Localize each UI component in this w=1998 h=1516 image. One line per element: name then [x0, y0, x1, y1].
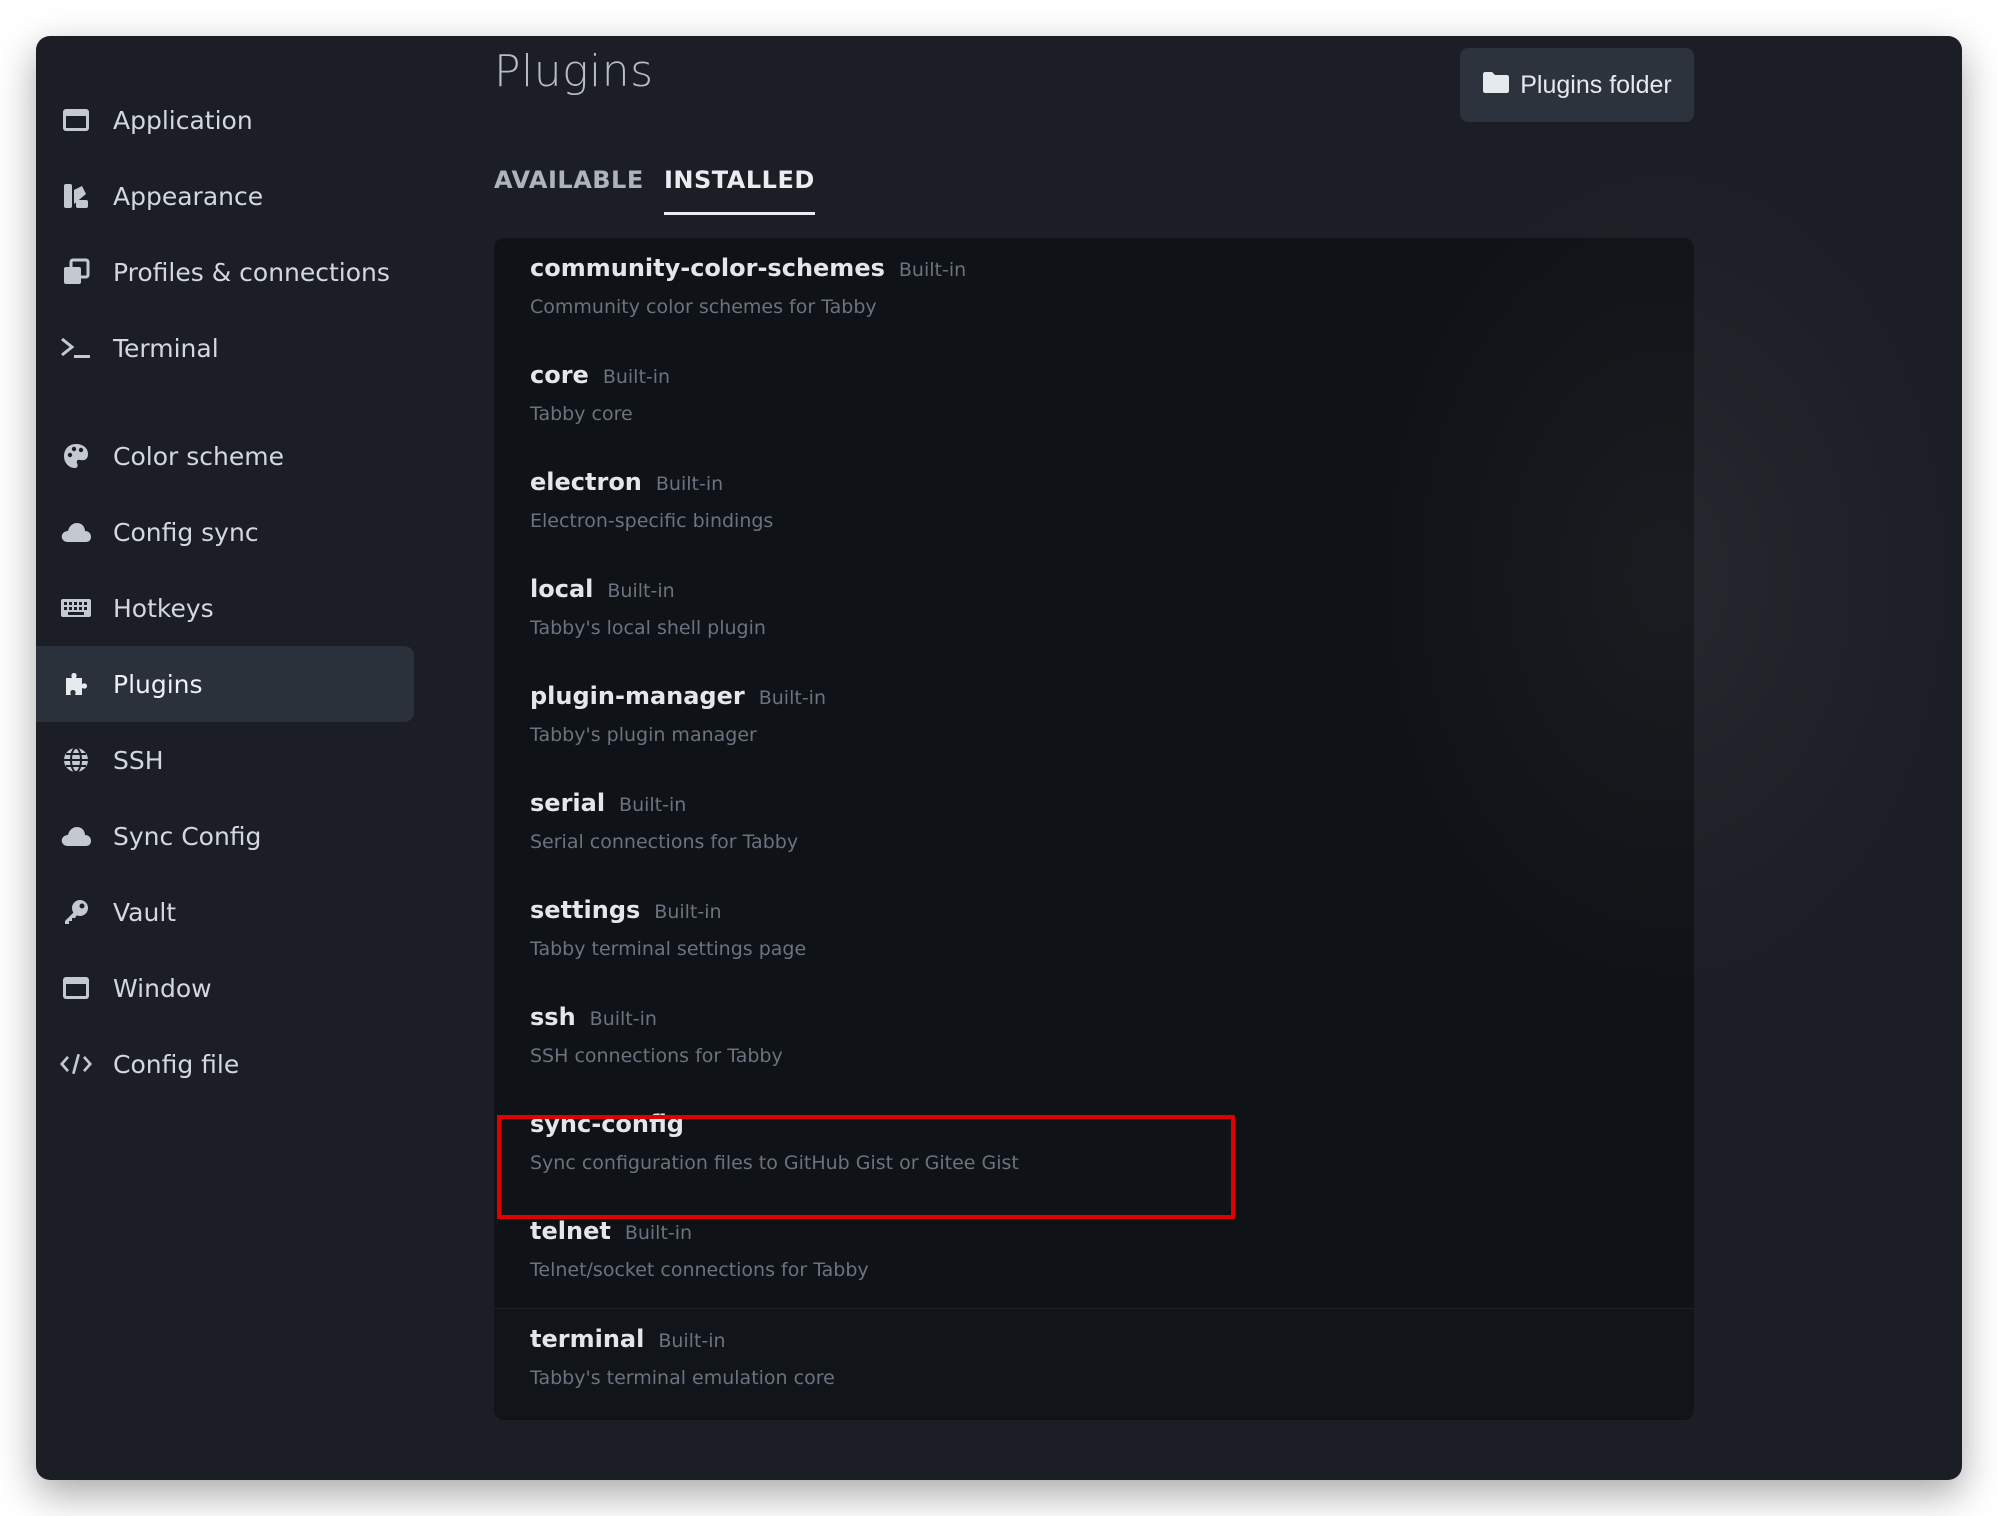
plugin-name: terminal: [530, 1325, 645, 1353]
built-in-badge: Built-in: [619, 794, 687, 816]
sidebar-item-config-file[interactable]: Config file: [36, 1026, 414, 1102]
plugin-description: Serial connections for Tabby: [530, 831, 799, 853]
sidebar-item-label: Config sync: [113, 517, 259, 547]
built-in-badge: Built-in: [658, 1330, 726, 1352]
plugin-description: Sync configuration files to GitHub Gist …: [530, 1152, 1019, 1174]
built-in-badge: Built-in: [758, 687, 826, 709]
plugin-description: Community color schemes for Tabby: [530, 296, 877, 318]
plugin-description: Telnet/socket connections for Tabby: [530, 1259, 869, 1281]
plugin-row-core[interactable]: core Built-in Tabby core: [494, 345, 1694, 452]
built-in-badge: Built-in: [602, 366, 671, 388]
installed-plugin-list: community-color-schemes Built-in Communit…: [494, 238, 1694, 1420]
plugin-row-plugin-manager[interactable]: plugin-manager Built-in Tabby's plugin ma…: [494, 666, 1694, 773]
sidebar-item-label: Window: [113, 973, 212, 1003]
plugin-row-sync-config[interactable]: sync-config Sync configuration files to …: [494, 1094, 1694, 1201]
page-title: Plugins: [494, 46, 654, 97]
sidebar-item-vault[interactable]: Vault: [36, 874, 414, 950]
folder-icon: [1482, 70, 1510, 101]
cloud-icon: [60, 516, 92, 548]
plugin-name: core: [530, 361, 589, 389]
sidebar-item-label: Color scheme: [113, 441, 284, 471]
plugin-row-telnet[interactable]: telnet Built-in Telnet/socket connections…: [494, 1201, 1694, 1308]
plugin-row-terminal[interactable]: terminal Built-in Tabby's terminal emulat…: [494, 1308, 1694, 1416]
plugin-description: Tabby core: [530, 403, 633, 425]
sidebar-item-hotkeys[interactable]: Hotkeys: [36, 570, 414, 646]
built-in-badge: Built-in: [607, 580, 675, 602]
plugins-folder-button[interactable]: Plugins folder: [1460, 48, 1694, 122]
keyboard-icon: [60, 592, 92, 624]
plugin-description: Tabby's local shell plugin: [530, 617, 766, 639]
palette-icon: [60, 440, 92, 472]
code-icon: [60, 1048, 92, 1080]
sidebar-item-label: Config file: [113, 1049, 240, 1079]
sidebar-item-label: Vault: [113, 897, 177, 927]
plugin-name: serial: [530, 789, 606, 817]
settings-window: Application Appearance Profiles & connec…: [36, 36, 1962, 1480]
profiles-icon: [60, 256, 92, 288]
plugin-name: telnet: [530, 1217, 611, 1245]
sidebar-item-ssh[interactable]: SSH: [36, 722, 414, 798]
plugin-name: plugin-manager: [530, 682, 745, 710]
tab-installed[interactable]: INSTALLED: [664, 166, 815, 215]
terminal-icon: [60, 332, 92, 364]
globe-icon: [60, 744, 92, 776]
built-in-badge: Built-in: [898, 259, 967, 281]
plugin-row-serial[interactable]: serial Built-in Serial connections for Ta…: [494, 773, 1694, 880]
appearance-icon: [60, 180, 92, 212]
sidebar-item-appearance[interactable]: Appearance: [36, 158, 414, 234]
built-in-badge: Built-in: [655, 473, 724, 495]
sidebar-item-label: SSH: [113, 745, 164, 775]
plugin-name: sync-config: [530, 1110, 684, 1138]
sidebar-item-label: Profiles & connections: [113, 257, 390, 287]
plugin-row-electron[interactable]: electron Built-in Electron-specific bindi…: [494, 452, 1694, 559]
sidebar-item-plugins[interactable]: Plugins: [36, 646, 414, 722]
sidebar-item-sync-config[interactable]: Sync Config: [36, 798, 414, 874]
window-icon: [60, 104, 92, 136]
plugin-description: Electron-specific bindings: [530, 510, 774, 532]
sidebar-item-label: Application: [113, 105, 253, 135]
sidebar-item-label: Hotkeys: [113, 593, 214, 623]
plugin-row-ssh[interactable]: ssh Built-in SSH connections for Tabby: [494, 987, 1694, 1094]
sidebar-item-application[interactable]: Application: [36, 82, 414, 158]
plugin-description: Tabby's terminal emulation core: [530, 1367, 835, 1389]
sidebar-item-label: Terminal: [113, 333, 219, 363]
sidebar-item-label: Sync Config: [113, 821, 262, 851]
sidebar-item-color-scheme[interactable]: Color scheme: [36, 418, 414, 494]
built-in-badge: Built-in: [624, 1222, 693, 1244]
plugin-description: Tabby terminal settings page: [530, 938, 807, 960]
plugin-description: Tabby's plugin manager: [530, 724, 757, 746]
plugin-name: settings: [530, 896, 641, 924]
key-icon: [60, 896, 92, 928]
plugin-name: ssh: [530, 1003, 576, 1031]
sidebar-item-label: Plugins: [113, 669, 203, 699]
plugins-folder-label: Plugins folder: [1520, 70, 1672, 99]
plugin-name: electron: [530, 468, 642, 496]
sidebar-item-config-sync[interactable]: Config sync: [36, 494, 414, 570]
window-icon: [60, 972, 92, 1004]
sidebar-item-profiles[interactable]: Profiles & connections: [36, 234, 414, 310]
plugin-row-community-color-schemes[interactable]: community-color-schemes Built-in Communit…: [494, 238, 1694, 345]
puzzle-icon: [60, 668, 92, 700]
cloud-icon: [60, 820, 92, 852]
settings-sidebar: Application Appearance Profiles & connec…: [36, 36, 414, 1480]
tab-available[interactable]: AVAILABLE: [494, 166, 644, 212]
built-in-badge: Built-in: [654, 901, 722, 923]
plugin-row-settings[interactable]: settings Built-in Tabby terminal settings…: [494, 880, 1694, 987]
plugin-name: community-color-schemes: [530, 254, 885, 282]
built-in-badge: Built-in: [589, 1008, 657, 1030]
plugin-name: local: [530, 575, 594, 603]
sidebar-item-label: Appearance: [113, 181, 264, 211]
plugin-row-local[interactable]: local Built-in Tabby's local shell plugin: [494, 559, 1694, 666]
sidebar-item-window[interactable]: Window: [36, 950, 414, 1026]
sidebar-item-terminal[interactable]: Terminal: [36, 310, 414, 386]
plugin-description: SSH connections for Tabby: [530, 1045, 783, 1067]
